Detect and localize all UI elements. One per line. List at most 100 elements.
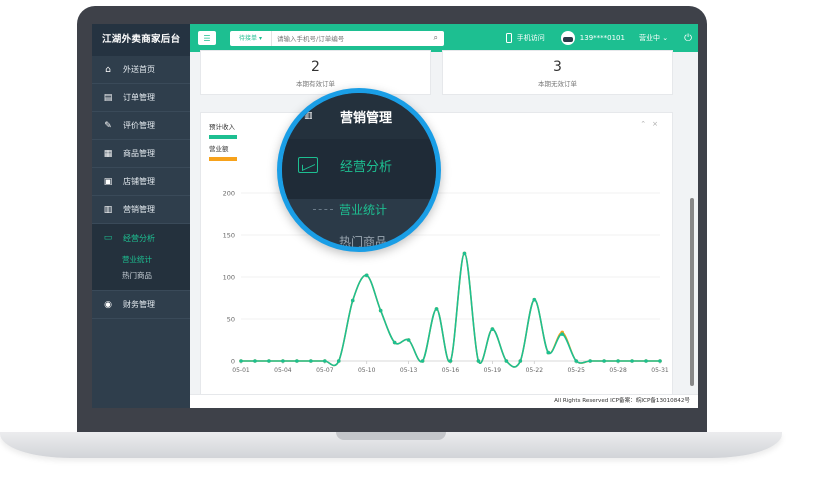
magnifier-hot-products: 热门商品 [339, 235, 388, 249]
search-input[interactable] [277, 31, 427, 46]
sidebar: 江湖外卖商家后台 ⌂ 外送首页 ▤ 订单管理 ✎ 评价管理 ▦ 商品管理 ▣ 店铺管理 ▥… [92, 24, 190, 408]
sidebar-item-label: 评价管理 [123, 121, 155, 130]
sidebar-item-label: 营销管理 [123, 205, 155, 214]
sidebar-item-marketing[interactable]: ▥ 营销管理 [92, 196, 190, 224]
data-point [490, 327, 495, 331]
sidebar-item-finance[interactable]: ◉ 财务管理 [92, 291, 190, 319]
data-point [434, 307, 439, 311]
data-point [588, 359, 592, 363]
data-point [350, 298, 355, 303]
magnifier-business-stats: 营业统计 [339, 203, 388, 217]
magnifier-connector [313, 209, 333, 210]
topbar: ☰ 待接单 ▾ ⌕ 手机访问 139****0101 营业中 ⌄ ⏻ [190, 24, 698, 52]
magnifier-marketing: 营销管理 [340, 111, 393, 126]
scrollbar-thumb[interactable] [690, 198, 694, 386]
data-point [602, 359, 606, 363]
data-point [560, 332, 565, 336]
x-tick-label: 05-31 [651, 367, 669, 374]
x-tick-label: 05-16 [442, 367, 460, 374]
bar-chart-icon: ▥ [103, 204, 113, 215]
topbar-right: 手机访问 139****0101 营业中 ⌄ ⏻ [505, 24, 698, 52]
search-filter-label: 待接单 [239, 35, 258, 42]
user-name[interactable]: 139****0101 [580, 34, 625, 42]
sidebar-item-store[interactable]: ▣ 店铺管理 [92, 168, 190, 196]
data-point [267, 359, 271, 363]
data-point [462, 251, 467, 256]
stat-label: 本期无效订单 [538, 80, 577, 88]
bar-chart-icon: ▥ [304, 111, 313, 121]
data-point [295, 359, 299, 363]
search-filter-dropdown[interactable]: 待接单 ▾ [230, 31, 272, 46]
y-tick-label: 100 [223, 274, 235, 282]
data-point [309, 359, 313, 363]
business-status-dropdown[interactable]: 营业中 ⌄ [639, 33, 668, 43]
series-line-0 [241, 252, 660, 368]
mobile-icon [505, 33, 512, 43]
avatar[interactable] [560, 31, 575, 45]
sidebar-item-label: 财务管理 [123, 300, 155, 309]
data-point [518, 359, 523, 363]
footer: All Rights Reserved ICP备案：皖ICP备13010842号 [190, 394, 698, 408]
scrollbar[interactable] [688, 52, 696, 394]
data-point [406, 338, 411, 342]
data-point [448, 359, 453, 363]
data-point [532, 297, 537, 302]
monitor-chart-icon: ▭ [103, 233, 113, 243]
x-tick-label: 05-22 [526, 367, 544, 374]
data-point [378, 308, 383, 313]
stat-value: 3 [553, 59, 562, 75]
search-box: 待接单 ▾ ⌕ [230, 31, 444, 46]
sidebar-item-label: 店铺管理 [123, 177, 155, 186]
subitem-business-stats[interactable]: 营业统计 [92, 252, 190, 268]
x-tick-label: 05-13 [400, 367, 418, 374]
sidebar-item-label: 外送首页 [123, 65, 155, 74]
sidebar-item-label: 订单管理 [123, 93, 155, 102]
stat-card-invalid-orders: 3 本期无效订单 [442, 50, 673, 95]
data-point [644, 359, 648, 363]
magnifier-active-item: 经营分析 [282, 139, 436, 199]
money-icon: ◉ [104, 299, 112, 310]
x-tick-label: 05-10 [358, 367, 376, 374]
laptop-notch [336, 432, 446, 440]
monitor-chart-icon [298, 157, 318, 173]
power-icon[interactable]: ⏻ [684, 33, 692, 44]
data-point [239, 359, 243, 363]
y-tick-label: 0 [231, 358, 235, 366]
stat-label: 本期有效订单 [296, 80, 335, 88]
hamburger-icon: ☰ [203, 33, 211, 43]
data-point [658, 359, 662, 363]
store-icon: ▣ [103, 176, 113, 187]
x-tick-label: 05-19 [484, 367, 502, 374]
stat-value: 2 [311, 59, 320, 75]
sidebar-item-products[interactable]: ▦ 商品管理 [92, 140, 190, 168]
magnifier-analysis: 经营分析 [340, 160, 393, 175]
sidebar-item-orders[interactable]: ▤ 订单管理 [92, 84, 190, 112]
x-tick-label: 05-01 [232, 367, 250, 374]
x-tick-label: 05-07 [316, 367, 334, 374]
status-label: 营业中 [638, 34, 660, 42]
x-tick-label: 05-25 [567, 367, 585, 374]
grid-icon: ▦ [103, 148, 113, 159]
laptop-mockup: 江湖外卖商家后台 ⌂ 外送首页 ▤ 订单管理 ✎ 评价管理 ▦ 商品管理 ▣ 店铺管理 ▥… [0, 0, 816, 499]
analysis-submenu: 营业统计 热门商品 [92, 252, 190, 291]
x-tick-label: 05-04 [274, 367, 292, 374]
sidebar-item-label: 商品管理 [123, 149, 155, 158]
order-icon: ▤ [103, 92, 113, 103]
magnifier-callout: ▥ 营销管理 经营分析 营业统计 热门商品 [277, 88, 441, 252]
sidebar-item-label: 经营分析 [123, 233, 155, 243]
main-content: 2 本期有效订单 3 本期无效订单 预计收入 营业额 ⌃× 0 50 100 150 2… [190, 50, 698, 404]
data-point [336, 359, 341, 363]
brand-title: 江湖外卖商家后台 [92, 24, 190, 56]
subitem-hot-products[interactable]: 热门商品 [92, 268, 190, 284]
search-icon[interactable]: ⌕ [434, 33, 438, 43]
sidebar-item-reviews[interactable]: ✎ 评价管理 [92, 112, 190, 140]
x-tick-label: 05-28 [609, 367, 627, 374]
data-point [574, 359, 578, 363]
sidebar-item-analysis[interactable]: ▭ 经营分析 [92, 224, 190, 252]
data-point [420, 359, 425, 363]
data-point [546, 350, 551, 355]
data-point [504, 359, 509, 363]
menu-toggle-button[interactable]: ☰ [198, 31, 216, 45]
mobile-access-link[interactable]: 手机访问 [517, 33, 545, 43]
sidebar-item-home[interactable]: ⌂ 外送首页 [92, 56, 190, 84]
